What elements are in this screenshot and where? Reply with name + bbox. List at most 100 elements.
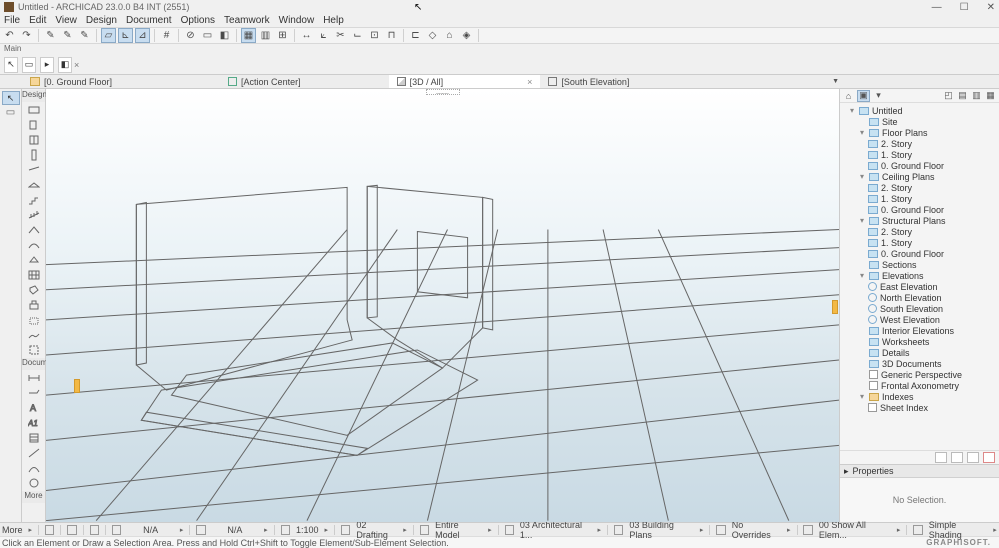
slab-tool-icon[interactable] [26, 177, 42, 192]
view2-icon[interactable] [614, 525, 623, 535]
window-tool-icon[interactable] [26, 132, 42, 147]
circle-tool-icon[interactable] [26, 475, 42, 490]
zoom-icon[interactable] [90, 525, 99, 535]
tab-close-icon[interactable]: × [527, 77, 532, 87]
menu-design[interactable]: Design [86, 15, 117, 26]
level-tool-icon[interactable] [26, 385, 42, 400]
skylight-tool-icon[interactable] [26, 252, 42, 267]
column-tool-icon[interactable] [26, 147, 42, 162]
snap-guide-button[interactable]: ⊿ [135, 28, 150, 43]
favorites-button[interactable]: ✎ [77, 28, 92, 43]
fill-tool-icon[interactable] [26, 430, 42, 445]
tree-story2[interactable]: 2. Story [881, 139, 912, 149]
nav-mini-2-icon[interactable] [951, 452, 963, 463]
edit-plane-button[interactable]: ▦ [241, 28, 256, 43]
override-icon[interactable] [716, 525, 725, 535]
roof-tool-icon[interactable] [26, 222, 42, 237]
nav-project-icon[interactable]: ⌂ [842, 90, 855, 102]
stair-tool-icon[interactable] [26, 192, 42, 207]
shade-icon[interactable] [913, 525, 922, 535]
tree-elevations[interactable]: Elevations [882, 271, 924, 281]
tree-interior[interactable]: Interior Elevations [882, 326, 954, 336]
menu-help[interactable]: Help [323, 15, 344, 26]
maximize-button[interactable]: ☐ [960, 2, 969, 13]
mesh-tool-icon[interactable] [26, 327, 42, 342]
view1-value[interactable]: 03 Architectural 1... [520, 520, 592, 540]
model-value[interactable]: Entire Model [435, 520, 482, 540]
tab-ground-floor[interactable]: [0. Ground Floor] [22, 75, 120, 88]
morph-tool-icon[interactable] [26, 282, 42, 297]
show-icon[interactable] [803, 525, 812, 535]
project-button[interactable]: ◇ [425, 28, 440, 43]
door-tool-icon[interactable] [26, 117, 42, 132]
tree-axo[interactable]: Frontal Axonometry [881, 381, 959, 391]
nav-mini-3-icon[interactable] [967, 452, 979, 463]
grid-button[interactable]: # [159, 28, 174, 43]
offset-button[interactable]: ⊏ [408, 28, 423, 43]
arc-tool-icon[interactable] [26, 460, 42, 475]
status-icon-2[interactable] [67, 525, 76, 535]
tree-west[interactable]: West Elevation [880, 315, 940, 325]
view2-value[interactable]: 03 Building Plans [629, 520, 694, 540]
text-tool-icon[interactable]: A [26, 400, 42, 415]
tree-south[interactable]: South Elevation [880, 304, 943, 314]
x-icon[interactable] [112, 525, 121, 535]
nav-layout-icon[interactable]: ◰ [942, 90, 955, 102]
minimize-button[interactable]: — [932, 2, 942, 13]
arrow-tool-icon[interactable]: ↖ [4, 57, 18, 73]
properties-collapse-icon[interactable]: ▸ [844, 466, 849, 477]
opening-tool-icon[interactable] [26, 342, 42, 357]
line-tool-icon[interactable] [26, 445, 42, 460]
split-button[interactable]: ⊡ [367, 28, 382, 43]
tree-sstory1[interactable]: 1. Story [881, 238, 912, 248]
close-button[interactable]: ✕ [987, 2, 995, 13]
shade-value[interactable]: Simple Shading [929, 520, 988, 540]
override-value[interactable]: No Overrides [732, 520, 781, 540]
tree-untitled[interactable]: Untitled [872, 106, 903, 116]
tree-cstory2[interactable]: 2. Story [881, 183, 912, 193]
model-icon[interactable] [420, 525, 429, 535]
tree-east[interactable]: East Elevation [880, 282, 938, 292]
menu-file[interactable]: File [4, 15, 20, 26]
module-button[interactable]: ◈ [459, 28, 474, 43]
curtainwall-tool-icon[interactable] [26, 267, 42, 282]
tree-3ddocs[interactable]: 3D Documents [882, 359, 942, 369]
marquee-tool-icon[interactable]: ▭ [22, 57, 36, 73]
arrow-submenu-icon[interactable]: ▸ [40, 57, 54, 73]
scale-value[interactable]: 1:100 [296, 525, 319, 535]
label-tool-icon[interactable]: A1 [26, 415, 42, 430]
quick-options-right-handle[interactable] [832, 300, 838, 314]
element-button[interactable]: ▭ [200, 28, 215, 43]
undo-button[interactable]: ↶ [2, 28, 17, 43]
menu-edit[interactable]: Edit [29, 15, 46, 26]
nav-book-icon[interactable]: ▤ [956, 90, 969, 102]
tree-story1[interactable]: 1. Story [881, 150, 912, 160]
adjust-button[interactable]: ⌙ [350, 28, 365, 43]
surface-button[interactable]: ⊞ [275, 28, 290, 43]
tree-persp[interactable]: Generic Perspective [881, 370, 962, 380]
scale-icon[interactable] [281, 525, 290, 535]
tree-story0[interactable]: 0. Ground Floor [881, 161, 944, 171]
tree-ceilingplans[interactable]: Ceiling Plans [882, 172, 935, 182]
tree-sections[interactable]: Sections [882, 260, 917, 270]
tree-sstory2[interactable]: 2. Story [881, 227, 912, 237]
intersect-button[interactable]: ⊓ [384, 28, 399, 43]
wall-tool-icon[interactable] [26, 102, 42, 117]
menu-window[interactable]: Window [279, 15, 315, 26]
redo-button[interactable]: ↷ [19, 28, 34, 43]
quick-options-left-handle[interactable] [74, 379, 80, 393]
shell-tool-icon[interactable] [26, 237, 42, 252]
layers-value[interactable]: 02 Drafting [356, 520, 397, 540]
tree-cstory1[interactable]: 1. Story [881, 194, 912, 204]
3d-viewport[interactable]: ┄┄┄ [46, 89, 839, 522]
view1-icon[interactable] [505, 525, 514, 535]
gravity-button[interactable]: ▥ [258, 28, 273, 43]
tab-nav-dropdown-icon[interactable]: ▼ [832, 78, 839, 85]
tree-structural[interactable]: Structural Plans [882, 216, 946, 226]
tab-south-elevation[interactable]: [South Elevation] [540, 75, 637, 88]
snap-button[interactable]: ⊾ [118, 28, 133, 43]
guideline-button[interactable]: ▱ [101, 28, 116, 43]
tree-cstory0[interactable]: 0. Ground Floor [881, 205, 944, 215]
tree-sheetindex[interactable]: Sheet Index [880, 403, 928, 413]
tree-site[interactable]: Site [882, 117, 898, 127]
